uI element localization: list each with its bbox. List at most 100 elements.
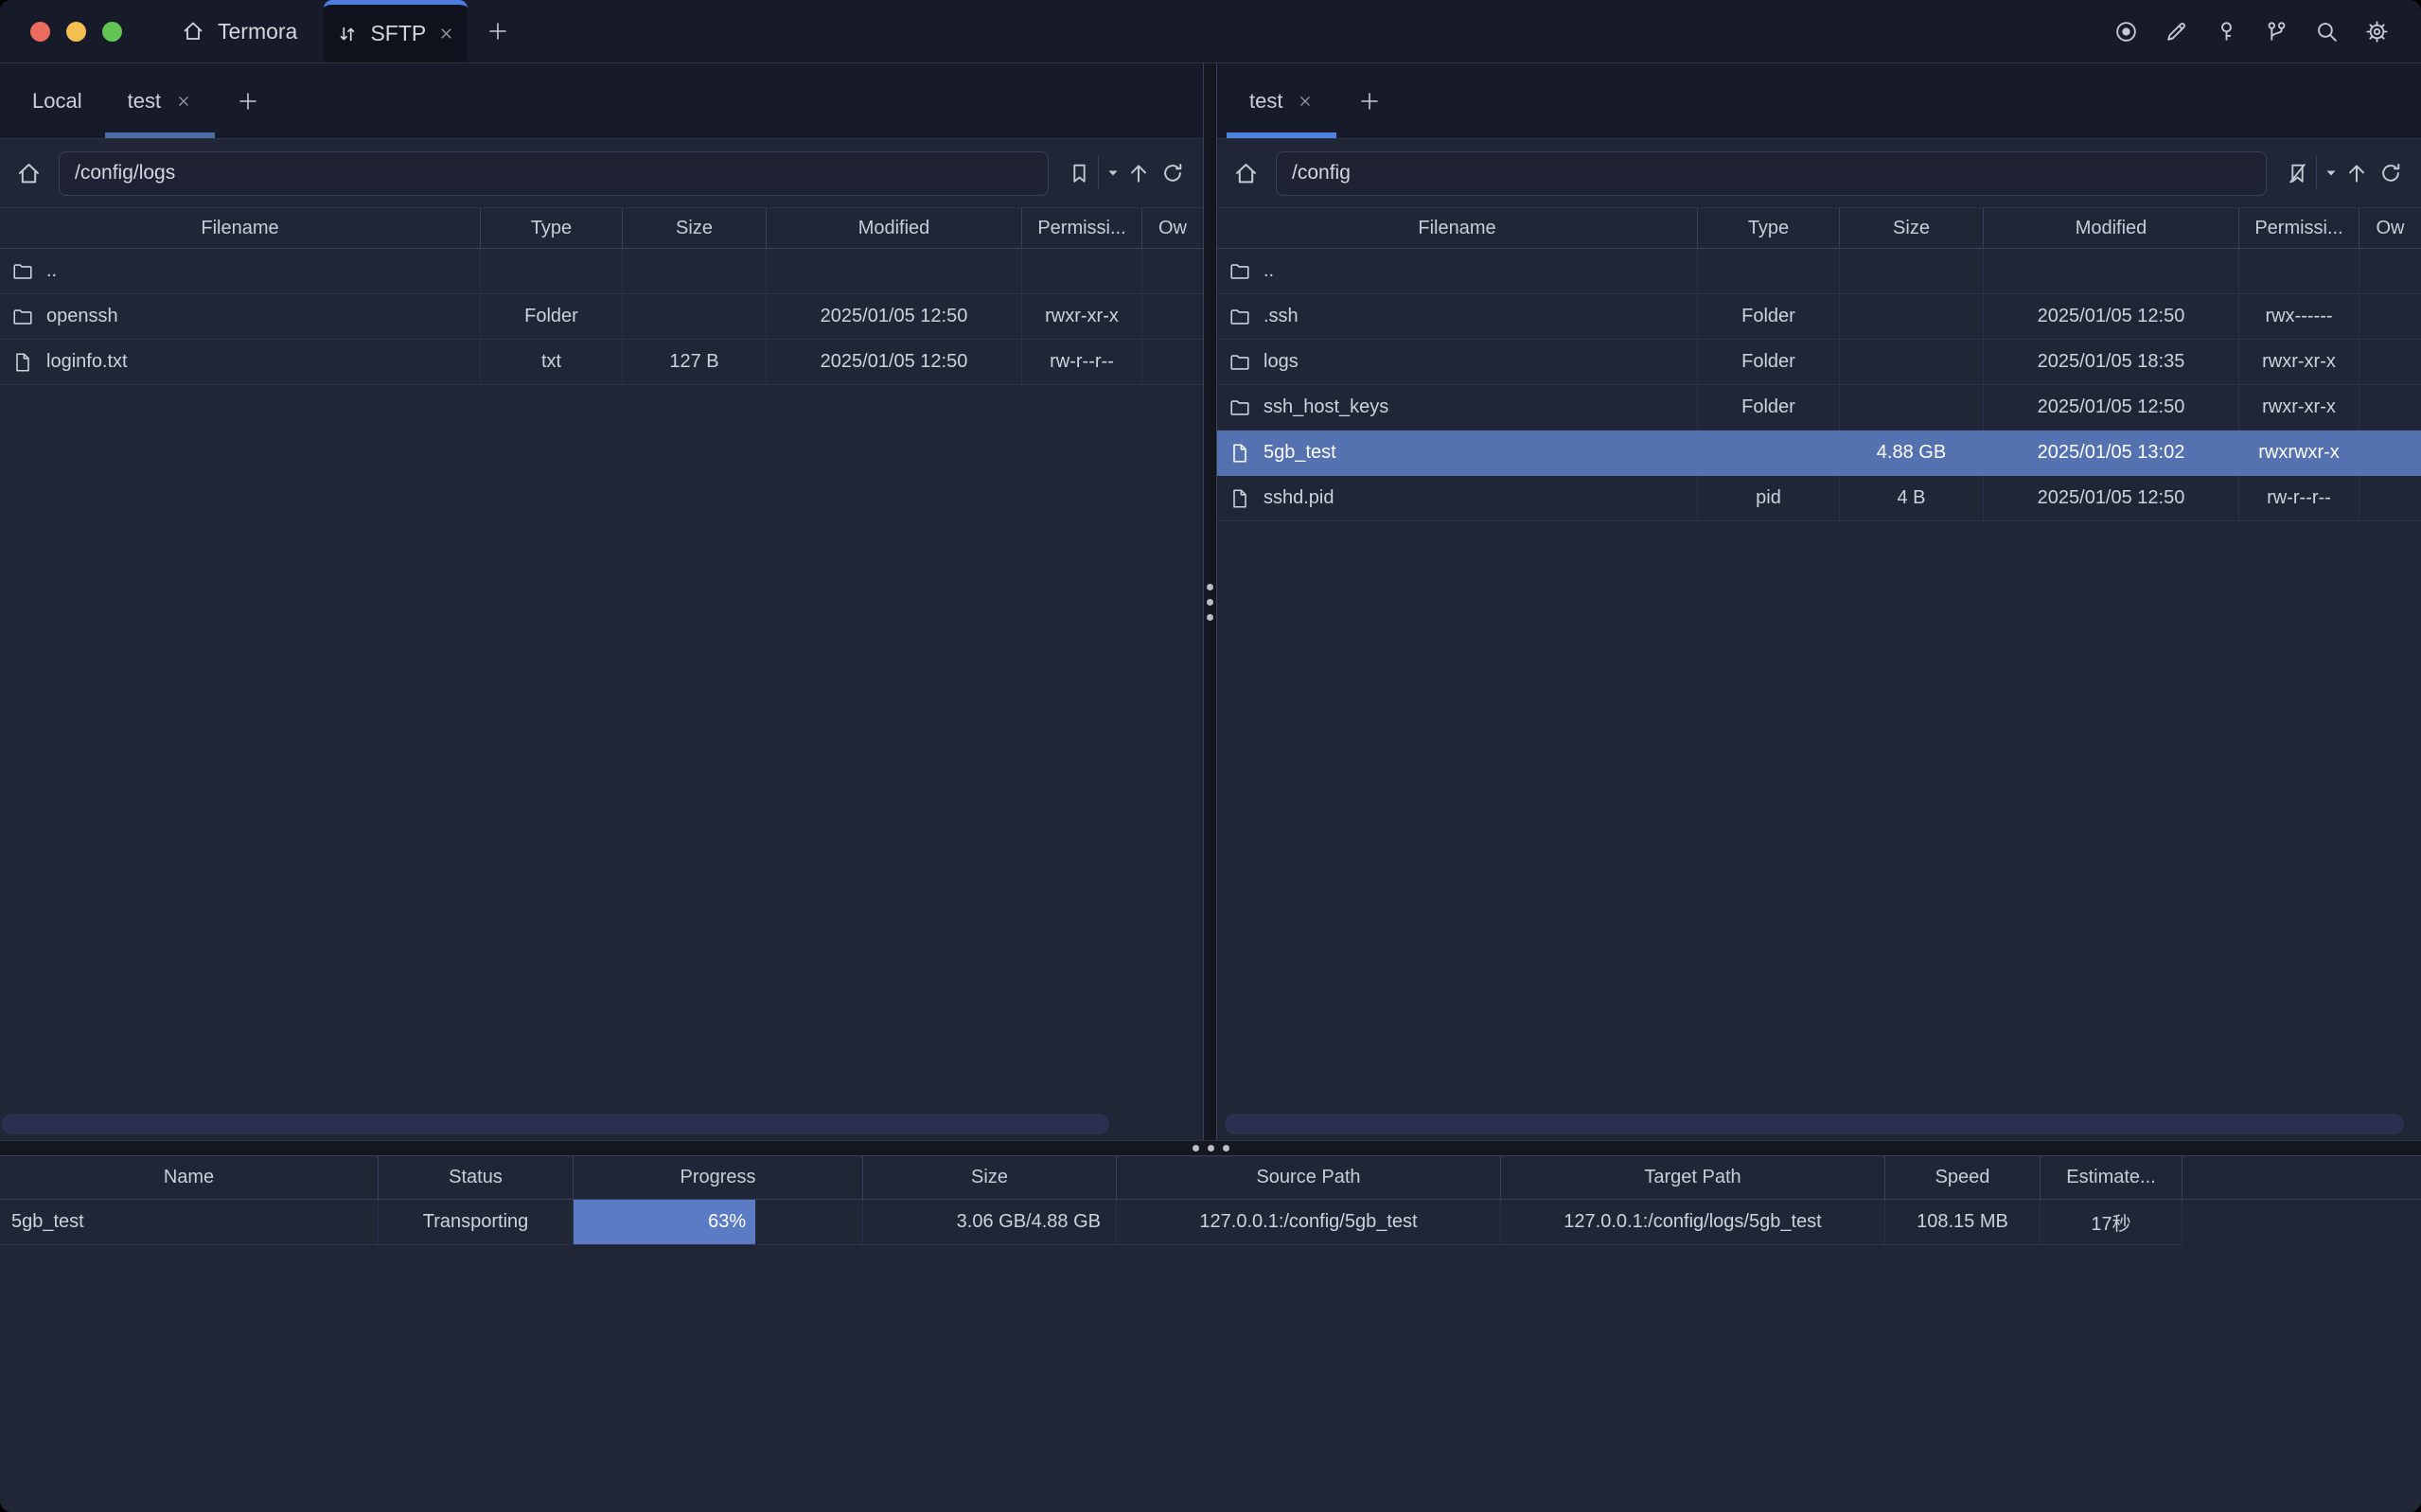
permissions-cell: rwx------ [2239, 294, 2359, 340]
remote-pane: test [1217, 63, 2421, 1140]
transfer-estimate: 17秒 [2041, 1200, 2182, 1245]
transfer-target-path: 127.0.0.1:/config/logs/5gb_test [1501, 1200, 1885, 1245]
close-tab-icon[interactable] [437, 25, 455, 43]
type-cell [1698, 249, 1840, 294]
column-header-size[interactable]: Size [863, 1156, 1117, 1200]
table-row[interactable]: logs Folder 2025/01/05 18:35 rwxr-xr-x [1217, 340, 2421, 385]
column-header-permissions[interactable]: Permissi... [2239, 208, 2359, 249]
table-row[interactable]: .. [1217, 249, 2421, 294]
column-header-size[interactable]: Size [623, 208, 767, 249]
refresh-icon[interactable] [1156, 156, 1190, 190]
add-tab-button[interactable] [215, 63, 281, 138]
search-icon[interactable] [2312, 17, 2341, 45]
splitter-grip-icon [1193, 1145, 1229, 1152]
table-row[interactable]: .ssh Folder 2025/01/05 12:50 rwx------ [1217, 294, 2421, 340]
column-header-estimate[interactable]: Estimate... [2041, 1156, 2182, 1200]
up-directory-icon[interactable] [1122, 156, 1156, 190]
minimize-window-button[interactable] [66, 22, 86, 42]
pane-splitter-vertical[interactable] [1203, 63, 1217, 1140]
owner-cell [2359, 431, 2421, 476]
owner-cell [2359, 476, 2421, 521]
local-pane: Local test [0, 63, 1203, 1140]
tab-test-right-label: test [1249, 89, 1282, 114]
splitter-grip-icon [1207, 584, 1213, 621]
column-header-filename[interactable]: Filename [0, 208, 481, 249]
tab-test-right[interactable]: test [1227, 63, 1336, 138]
scrollbar-thumb[interactable] [1225, 1114, 2404, 1134]
transfer-speed: 108.15 MB [1885, 1200, 2041, 1245]
filename-label: ssh_host_keys [1264, 396, 1388, 418]
scrollbar-thumb[interactable] [2, 1114, 1109, 1134]
home-icon[interactable] [1228, 156, 1263, 190]
chevron-down-icon[interactable] [2323, 167, 2340, 180]
column-header-speed[interactable]: Speed [1885, 1156, 2041, 1200]
tab-test-left-label: test [128, 89, 161, 114]
table-row[interactable]: .. [0, 249, 1203, 294]
home-icon[interactable] [11, 156, 45, 190]
transfers-splitter-horizontal[interactable] [0, 1140, 2421, 1156]
remote-path-input[interactable] [1276, 151, 2267, 196]
table-row[interactable]: ssh_host_keys Folder 2025/01/05 12:50 rw… [1217, 385, 2421, 431]
new-tab-button[interactable] [468, 0, 528, 62]
chevron-down-icon[interactable] [1104, 167, 1122, 180]
transfer-progress: 63% [574, 1200, 863, 1245]
column-header-owner[interactable]: Ow [1142, 208, 1203, 249]
record-icon[interactable] [2112, 17, 2140, 45]
column-header-status[interactable]: Status [379, 1156, 574, 1200]
owner-cell [1142, 294, 1203, 340]
table-row-selected[interactable]: 5gb_test 4.88 GB 2025/01/05 13:02 rwxrwx… [1217, 431, 2421, 476]
column-header-size[interactable]: Size [1840, 208, 1984, 249]
key-icon[interactable] [2212, 17, 2240, 45]
folder-icon [11, 260, 34, 283]
titlebar-actions [2112, 0, 2421, 62]
horizontal-scrollbar [1217, 1114, 2421, 1134]
modified-cell: 2025/01/05 12:50 [1984, 385, 2239, 431]
transfer-size: 3.06 GB/4.88 GB [863, 1200, 1117, 1245]
local-path-input[interactable] [59, 151, 1049, 196]
settings-gear-icon[interactable] [2362, 17, 2391, 45]
column-header-permissions[interactable]: Permissi... [1022, 208, 1142, 249]
up-directory-icon[interactable] [2340, 156, 2374, 190]
column-header-type[interactable]: Type [481, 208, 623, 249]
file-icon [1228, 442, 1251, 465]
zoom-window-button[interactable] [102, 22, 122, 42]
modified-cell: 2025/01/05 12:50 [767, 294, 1022, 340]
permissions-cell [2239, 249, 2359, 294]
transfer-row[interactable]: 5gb_test Transporting 63% 3.06 GB/4.88 G… [0, 1200, 2421, 1245]
modified-cell: 2025/01/05 13:02 [1984, 431, 2239, 476]
close-window-button[interactable] [30, 22, 50, 42]
column-header-modified[interactable]: Modified [767, 208, 1022, 249]
permissions-cell: rw-r--r-- [1022, 340, 1142, 385]
column-header-filename[interactable]: Filename [1217, 208, 1698, 249]
bookmark-slash-icon[interactable] [2280, 156, 2314, 190]
table-row[interactable]: openssh Folder 2025/01/05 12:50 rwxr-xr-… [0, 294, 1203, 340]
table-row[interactable]: sshd.pid pid 4 B 2025/01/05 12:50 rw-r--… [1217, 476, 2421, 521]
keychain-branch-icon[interactable] [2262, 17, 2290, 45]
bookmark-icon[interactable] [1062, 156, 1096, 190]
table-row[interactable]: loginfo.txt txt 127 B 2025/01/05 12:50 r… [0, 340, 1203, 385]
column-header-source-path[interactable]: Source Path [1117, 1156, 1501, 1200]
close-tab-icon[interactable] [1297, 93, 1314, 110]
size-cell [623, 249, 767, 294]
column-header-progress[interactable]: Progress [574, 1156, 863, 1200]
owner-cell [1142, 340, 1203, 385]
size-cell: 4 B [1840, 476, 1984, 521]
tab-local[interactable]: Local [9, 63, 105, 138]
refresh-icon[interactable] [2374, 156, 2408, 190]
folder-icon [1228, 306, 1251, 328]
column-header-target-path[interactable]: Target Path [1501, 1156, 1885, 1200]
tab-test-left[interactable]: test [105, 63, 215, 138]
owner-cell [2359, 294, 2421, 340]
add-tab-button[interactable] [1336, 63, 1403, 138]
permissions-cell: rwxr-xr-x [2239, 340, 2359, 385]
tab-sftp[interactable]: SFTP [324, 0, 468, 62]
column-header-name[interactable]: Name [0, 1156, 379, 1200]
column-header-type[interactable]: Type [1698, 208, 1840, 249]
close-tab-icon[interactable] [175, 93, 192, 110]
column-header-owner[interactable]: Ow [2359, 208, 2421, 249]
tab-termora[interactable]: Termora [154, 0, 324, 62]
type-cell: Folder [1698, 294, 1840, 340]
edit-pencil-icon[interactable] [2162, 17, 2190, 45]
modified-cell: 2025/01/05 18:35 [1984, 340, 2239, 385]
column-header-modified[interactable]: Modified [1984, 208, 2239, 249]
